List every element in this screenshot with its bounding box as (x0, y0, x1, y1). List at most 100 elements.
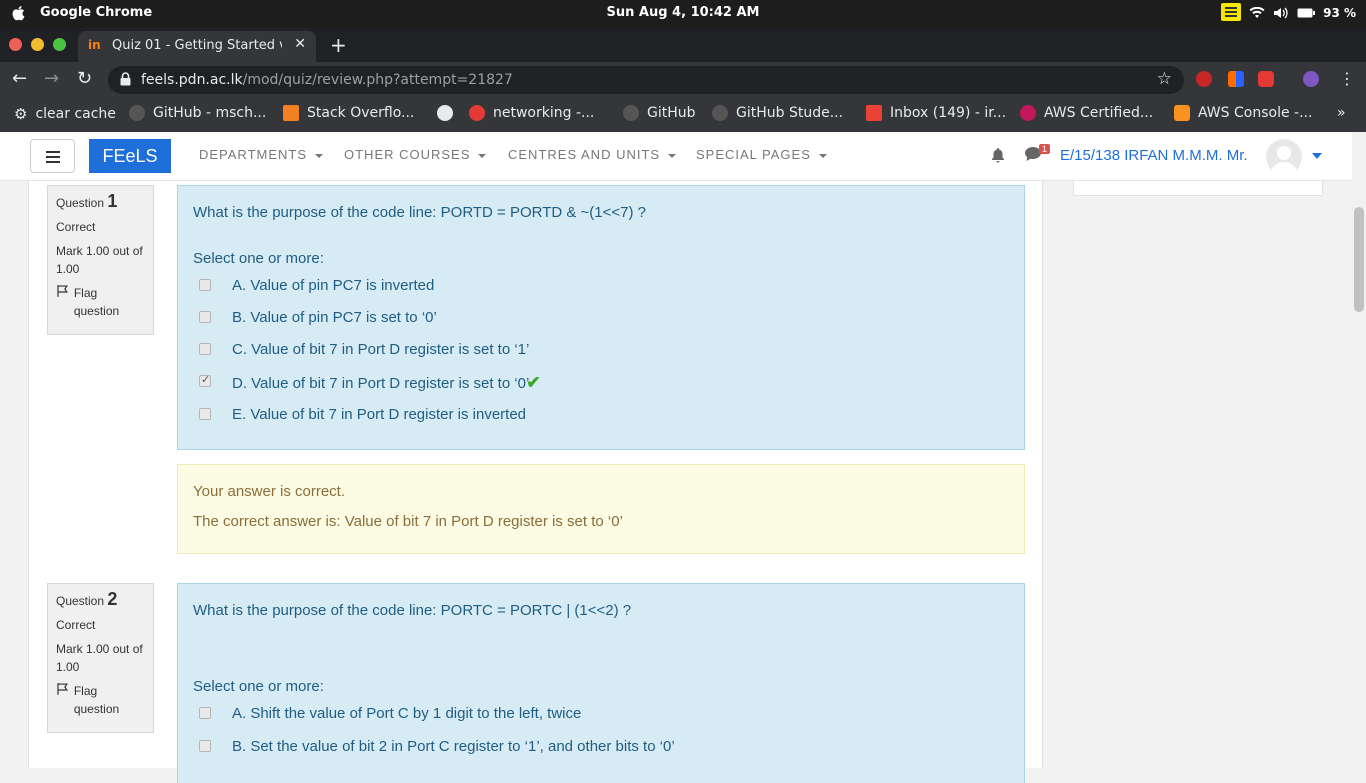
github-icon (712, 105, 728, 121)
site-brand[interactable]: FEeLS (89, 139, 171, 173)
bookmark-stack-overflow[interactable]: Stack Overflo... (283, 105, 414, 121)
sidebar-block (1073, 181, 1323, 196)
bookmark-github-msch[interactable]: GitHub - msch... (129, 105, 266, 121)
address-bar[interactable]: feels.pdn.ac.lk/mod/quiz/review.php?atte… (108, 66, 1184, 94)
browser-toolbar: ← → ↻ feels.pdn.ac.lk/mod/quiz/review.ph… (0, 62, 1366, 97)
answer-option[interactable]: B. Set the value of bit 2 in Port C regi… (178, 738, 978, 760)
answer-option[interactable]: A. Value of pin PC7 is inverted (178, 277, 978, 299)
scrollbar-thumb[interactable] (1354, 207, 1364, 312)
user-menu-caret-icon[interactable] (1312, 153, 1322, 159)
forward-arrow-icon[interactable]: → (44, 68, 59, 89)
new-tab-plus-icon[interactable]: + (330, 33, 347, 57)
bookmark-github[interactable]: GitHub (623, 105, 696, 121)
github-icon (623, 105, 639, 121)
flag-icon (57, 683, 68, 695)
option-checkbox-checked[interactable] (199, 373, 211, 387)
minimize-window-button[interactable] (31, 38, 44, 51)
select-prompt: Select one or more: (193, 678, 324, 695)
url-host: feels.pdn.ac.lk (141, 72, 243, 88)
option-checkbox[interactable] (199, 740, 211, 752)
page-scrollbar[interactable] (1352, 132, 1366, 768)
github-icon (129, 105, 145, 121)
question-number: Question 1 (56, 191, 118, 211)
question-2-content: What is the purpose of the code line: PO… (177, 583, 1025, 783)
question-2-info: Question 2 Correct Mark 1.00 out of 1.00… (47, 583, 154, 733)
extension-icon[interactable] (1228, 71, 1244, 87)
question-state: Correct (56, 220, 96, 234)
answer-option[interactable]: B. Value of pin PC7 is set to ‘0’ (178, 309, 978, 331)
question-text: What is the purpose of the code line: PO… (193, 602, 632, 619)
aws-certified-icon (1020, 105, 1036, 121)
feedback-correct-answer: The correct answer is: Value of bit 7 in… (193, 513, 623, 530)
option-checkbox[interactable] (199, 343, 211, 355)
os-clock[interactable]: Sun Aug 4, 10:42 AM (0, 5, 1366, 20)
menu-centres-and-units[interactable]: CENTRES AND UNITS (508, 147, 676, 162)
user-name[interactable]: E/15/138 IRFAN M.M.M. Mr. (1060, 147, 1248, 164)
chrome-menu-icon[interactable]: ⋮ (1339, 69, 1355, 88)
option-checkbox[interactable] (199, 408, 211, 420)
url-path: /mod/quiz/review.php?attempt=21827 (242, 72, 513, 88)
user-silhouette-icon (1270, 146, 1298, 175)
hamburger-menu-button[interactable] (30, 139, 75, 173)
bookmark-clear-cache[interactable]: ⚙ clear cache (14, 105, 116, 123)
question-text: What is the purpose of the code line: PO… (193, 204, 647, 221)
bookmark-github-student[interactable]: GitHub Stude... (712, 105, 843, 121)
bookmark-inbox[interactable]: Inbox (149) - ir... (866, 105, 1006, 121)
notes-icon[interactable] (1221, 3, 1242, 21)
more-bookmarks-icon[interactable]: » (1337, 105, 1346, 121)
question-state: Correct (56, 618, 96, 632)
globe-icon (437, 105, 453, 121)
option-checkbox[interactable] (199, 707, 211, 719)
lock-icon[interactable] (120, 72, 131, 86)
question-mark: Mark 1.00 out of 1.00 (56, 244, 143, 276)
app-name[interactable]: Google Chrome (40, 5, 152, 20)
extension-icon[interactable] (1196, 71, 1212, 87)
menu-special-pages[interactable]: SPECIAL PAGES (696, 147, 827, 162)
battery-icon[interactable] (1297, 8, 1316, 18)
answer-option[interactable]: D. Value of bit 7 in Port D register is … (178, 373, 978, 395)
battery-percent: 93 % (1323, 6, 1356, 20)
option-checkbox[interactable] (199, 279, 211, 291)
site-navbar: FEeLS DEPARTMENTS OTHER COURSES CENTRES … (0, 132, 1366, 181)
close-window-button[interactable] (9, 38, 22, 51)
avatar[interactable] (1266, 139, 1302, 175)
maximize-window-button[interactable] (53, 38, 66, 51)
tab-strip: in Quiz 01 - Getting Started v ✕ (0, 28, 1366, 62)
moodle-favicon-icon: in (88, 38, 101, 52)
menu-departments[interactable]: DEPARTMENTS (199, 147, 323, 162)
bookmark-star-icon[interactable]: ☆ (1157, 69, 1172, 89)
os-top-bar: Google Chrome Sun Aug 4, 10:42 AM 93 % (0, 0, 1366, 28)
question-mark: Mark 1.00 out of 1.00 (56, 642, 143, 674)
reload-icon[interactable]: ↻ (77, 68, 92, 89)
apple-icon[interactable] (10, 4, 28, 22)
flag-question-link[interactable]: Flag question (56, 284, 145, 320)
gmail-icon (866, 105, 882, 121)
answer-option[interactable]: A. Shift the value of Port C by 1 digit … (178, 705, 978, 727)
option-checkbox[interactable] (199, 311, 211, 323)
question-1-info: Question 1 Correct Mark 1.00 out of 1.00… (47, 185, 154, 335)
message-count-badge: 1 (1039, 144, 1051, 154)
menu-other-courses[interactable]: OTHER COURSES (344, 147, 486, 162)
bookmark-aws-console[interactable]: AWS Console -... (1174, 105, 1312, 121)
profile-avatar-icon[interactable] (1303, 71, 1319, 87)
bookmark-globe[interactable] (437, 105, 461, 121)
volume-icon[interactable] (1273, 7, 1289, 19)
bell-icon[interactable] (990, 147, 1006, 163)
flag-icon (57, 285, 68, 297)
flag-question-link[interactable]: Flag question (56, 682, 145, 718)
bookmark-aws-certified[interactable]: AWS Certified... (1020, 105, 1153, 121)
tab-title: Quiz 01 - Getting Started v (112, 38, 282, 53)
bookmarks-bar: ⚙ clear cache GitHub - msch... Stack Over… (0, 97, 1366, 132)
answer-option[interactable]: C. Value of bit 7 in Port D register is … (178, 341, 978, 363)
back-arrow-icon[interactable]: ← (12, 68, 27, 89)
question-1-content: What is the purpose of the code line: PO… (177, 185, 1025, 450)
answer-option[interactable]: E. Value of bit 7 in Port D register is … (178, 406, 978, 428)
wifi-icon[interactable] (1249, 7, 1265, 19)
gear-icon: ⚙ (14, 105, 28, 123)
bookmark-networking[interactable]: networking -... (469, 105, 594, 121)
close-tab-icon[interactable]: ✕ (294, 36, 306, 52)
tab-quiz[interactable]: in Quiz 01 - Getting Started v ✕ (78, 31, 316, 62)
question-number: Question 2 (56, 589, 118, 609)
extension-icon[interactable] (1258, 71, 1274, 87)
system-tray: 93 % (1221, 3, 1356, 21)
